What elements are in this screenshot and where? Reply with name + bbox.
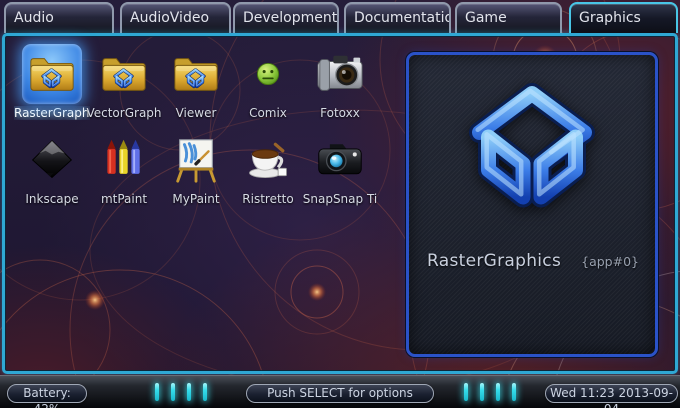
black-camera-icon bbox=[316, 136, 364, 184]
app-item-comix[interactable]: Comix bbox=[230, 44, 306, 126]
app-label: Comix bbox=[249, 106, 287, 120]
tab-audiovideo[interactable]: AudioVideo bbox=[120, 2, 231, 33]
app-label: RasterGraph: bbox=[14, 106, 90, 120]
signal-bar-icon bbox=[187, 383, 191, 401]
easel-icon bbox=[171, 135, 221, 185]
selection-highlight bbox=[22, 44, 82, 104]
app-label: Viewer bbox=[175, 106, 217, 120]
signal-bar-icon bbox=[496, 383, 500, 401]
selected-app-name: RasterGraphics bbox=[427, 251, 562, 271]
silver-camera-icon bbox=[315, 49, 365, 99]
signal-bar-icon bbox=[464, 383, 468, 401]
green-smiley-icon bbox=[243, 49, 293, 99]
detail-panel: RasterGraphics {app#0} bbox=[406, 52, 658, 357]
app-item-fotoxx[interactable]: Fotoxx bbox=[302, 44, 378, 126]
app-item-viewer[interactable]: Viewer bbox=[158, 44, 234, 126]
selected-app-ref: {app#0} bbox=[581, 254, 639, 269]
app-label: SnapSnap Ti bbox=[302, 192, 378, 206]
app-item-mypaint[interactable]: MyPaint bbox=[158, 130, 234, 212]
folder-cube-icon bbox=[171, 49, 221, 99]
tab-label: Game bbox=[465, 10, 507, 26]
signal-bar-icon bbox=[480, 383, 484, 401]
app-item-mtpaint[interactable]: mtPaint bbox=[86, 130, 162, 212]
app-item-inkscape[interactable]: Inkscape bbox=[14, 130, 90, 212]
status-bar: Battery: 42% Push SELECT for options Wed… bbox=[0, 375, 680, 408]
tab-label: Documentatio bbox=[354, 10, 451, 26]
black-diamond-icon bbox=[28, 136, 76, 184]
signal-bar-icon bbox=[512, 383, 516, 401]
folder-cube-icon bbox=[99, 49, 149, 99]
select-hint: Push SELECT for options bbox=[246, 384, 434, 403]
tab-development[interactable]: Development bbox=[233, 2, 339, 33]
app-label: MyPaint bbox=[172, 192, 220, 206]
tab-label: AudioVideo bbox=[130, 10, 210, 26]
signal-bar-icon bbox=[155, 383, 159, 401]
tab-audio[interactable]: Audio bbox=[4, 2, 114, 33]
app-item-snapsnap[interactable]: SnapSnap Ti bbox=[302, 130, 378, 212]
crayons-icon bbox=[100, 136, 148, 184]
coffee-cup-icon bbox=[244, 136, 292, 184]
tab-label: Audio bbox=[14, 10, 54, 26]
app-launcher-screen: Audio AudioVideo Development Documentati… bbox=[0, 0, 680, 408]
app-label: mtPaint bbox=[100, 192, 148, 206]
blue-cube-logo-icon bbox=[456, 71, 608, 221]
app-label: Inkscape bbox=[25, 192, 79, 206]
app-item-rastergraph[interactable]: RasterGraph: bbox=[14, 44, 90, 126]
app-item-vectorgraph[interactable]: VectorGraph bbox=[86, 44, 162, 126]
app-label: VectorGraph bbox=[86, 106, 162, 120]
tab-label: Development bbox=[243, 10, 338, 26]
tab-label: Graphics bbox=[579, 10, 641, 26]
app-label: Fotoxx bbox=[320, 106, 360, 120]
app-item-ristretto[interactable]: Ristretto bbox=[230, 130, 306, 212]
tab-documentation[interactable]: Documentatio bbox=[344, 2, 451, 33]
tab-game[interactable]: Game bbox=[455, 2, 562, 33]
battery-status: Battery: 42% bbox=[7, 384, 87, 408]
signal-bar-icon bbox=[203, 383, 207, 401]
signal-bar-icon bbox=[171, 383, 175, 401]
app-label: Ristretto bbox=[242, 192, 294, 206]
folder-cube-icon bbox=[27, 49, 77, 99]
tab-graphics[interactable]: Graphics bbox=[569, 2, 678, 33]
clock-display: Wed 11:23 2013-09-04 bbox=[545, 384, 678, 408]
